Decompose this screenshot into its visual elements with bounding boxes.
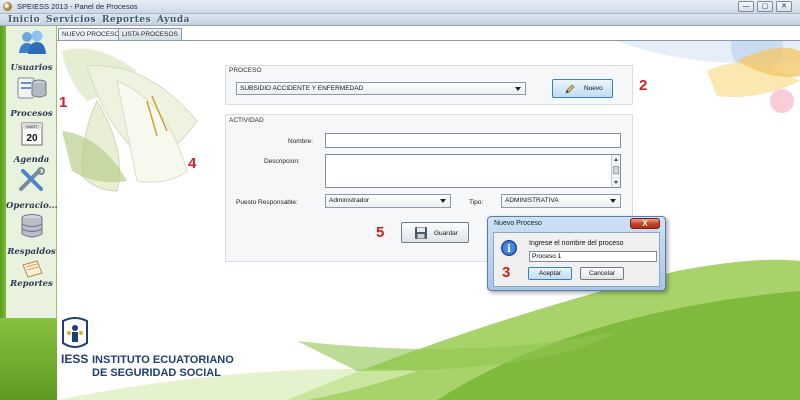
dialog-body: i Ingrese el nombre del proceso Aceptar … bbox=[493, 232, 660, 287]
dialog-close-button[interactable]: X bbox=[630, 218, 660, 229]
menu-bar: Inicio Servicios Reportes Ayuda bbox=[0, 14, 800, 26]
calendar-day-text: 20 bbox=[26, 133, 38, 144]
puesto-label: Puesto Responsable: bbox=[236, 199, 298, 206]
calendar-icon: MART 20 bbox=[21, 122, 43, 146]
minimize-button[interactable]: — bbox=[738, 1, 754, 12]
cancelar-button[interactable]: Cancelar bbox=[580, 267, 624, 280]
database-icon bbox=[21, 214, 43, 238]
nombre-input[interactable] bbox=[325, 133, 621, 148]
puesto-selected-value: Administrador bbox=[329, 197, 370, 204]
dialog-title: Nuevo Proceso bbox=[494, 220, 542, 227]
guardar-button[interactable]: Guardar bbox=[401, 222, 469, 243]
sidebar-item-label: Procesos bbox=[10, 109, 53, 119]
scroll-up-icon[interactable] bbox=[614, 158, 618, 161]
scroll-down-icon[interactable] bbox=[614, 181, 618, 184]
menu-ayuda[interactable]: Ayuda bbox=[157, 14, 190, 26]
dialog-prompt: Ingrese el nombre del proceso bbox=[529, 240, 624, 247]
app-icon bbox=[3, 2, 12, 11]
proceso-name-input[interactable] bbox=[529, 251, 657, 262]
annotation-3: 3 bbox=[502, 264, 511, 281]
logo-abbr: IESS bbox=[61, 352, 89, 366]
proceso-section-label: PROCESO bbox=[229, 67, 262, 74]
sidebar-item-label: Respaldos bbox=[7, 247, 56, 257]
tab-divider bbox=[57, 40, 800, 41]
logo-line2: DE SEGURIDAD SOCIAL bbox=[92, 367, 221, 379]
descripcion-label: Descripcion: bbox=[264, 158, 300, 165]
calendar-month-text: MART bbox=[26, 124, 38, 129]
scroll-thumb[interactable] bbox=[613, 166, 619, 174]
pencil-icon bbox=[565, 84, 575, 94]
annotation-4: 4 bbox=[188, 155, 197, 172]
tipo-selected-value: ADMINISTRATIVA bbox=[505, 197, 559, 204]
menu-servicios[interactable]: Servicios bbox=[46, 14, 96, 26]
descripcion-textarea[interactable] bbox=[325, 154, 621, 188]
sidebar-item-label: Usuarios bbox=[10, 63, 53, 73]
close-button[interactable]: ✕ bbox=[776, 1, 792, 12]
sidebar-bottom-accent bbox=[0, 318, 57, 400]
info-icon-glyph: i bbox=[507, 244, 511, 255]
sidebar-item-label: Reportes bbox=[10, 279, 53, 289]
menu-reportes[interactable]: Reportes bbox=[102, 14, 151, 26]
annotation-5: 5 bbox=[376, 224, 385, 241]
sidebar-item-label: Agenda bbox=[13, 155, 50, 165]
annotation-1: 1 bbox=[59, 94, 68, 111]
chevron-down-icon bbox=[610, 199, 616, 203]
guardar-button-label: Guardar bbox=[434, 230, 458, 237]
processes-icon bbox=[17, 77, 47, 99]
chevron-down-icon bbox=[440, 199, 446, 203]
sidebar-item-label: Operacio... bbox=[6, 201, 58, 211]
puesto-select[interactable]: Administrador bbox=[325, 194, 451, 208]
sidebar-item-procesos[interactable]: Procesos bbox=[6, 74, 57, 120]
title-bar: SPEIESS 2013 - Panel de Procesos — ▢ ✕ bbox=[0, 0, 800, 14]
lily-flower-decoration bbox=[62, 48, 198, 192]
descripcion-scrollbar[interactable] bbox=[611, 155, 620, 187]
nuevo-proceso-dialog: Nuevo Proceso X i Ingrese el nombre del … bbox=[487, 216, 666, 291]
window-title: SPEIESS 2013 - Panel de Procesos bbox=[17, 2, 138, 11]
actividad-section-label: ACTIVIDAD bbox=[229, 117, 264, 124]
sidebar-item-reportes[interactable]: Reportes bbox=[6, 258, 57, 298]
tipo-select[interactable]: ADMINISTRATIVA bbox=[501, 194, 621, 208]
sidebar-item-agenda[interactable]: MART 20 Agenda bbox=[6, 120, 57, 166]
users-icon bbox=[19, 30, 46, 54]
sidebar-item-respaldos[interactable]: Respaldos bbox=[6, 212, 57, 258]
logo-line1: INSTITUTO ECUATORIANO bbox=[92, 354, 234, 366]
info-icon: i bbox=[501, 240, 517, 256]
proceso-select[interactable]: SUBSIDIO ACCIDENTE Y ENFERMEDAD bbox=[236, 82, 526, 95]
sidebar: Usuarios Procesos MART 20 Agenda Operaci… bbox=[0, 26, 58, 400]
maximize-button[interactable]: ▢ bbox=[757, 1, 773, 12]
nuevo-button[interactable]: Nuevo bbox=[552, 79, 613, 98]
menu-inicio[interactable]: Inicio bbox=[8, 14, 40, 26]
annotation-2: 2 bbox=[639, 77, 648, 94]
nuevo-button-label: Nuevo bbox=[584, 85, 603, 92]
reports-icon bbox=[22, 260, 43, 278]
save-disk-icon bbox=[415, 227, 427, 239]
proceso-selected-value: SUBSIDIO ACCIDENTE Y ENFERMEDAD bbox=[240, 85, 364, 92]
tools-icon bbox=[19, 167, 45, 191]
nombre-label: Nombre: bbox=[288, 138, 313, 145]
tipo-label: Tipo: bbox=[469, 199, 484, 206]
sidebar-item-operaciones[interactable]: Operacio... bbox=[6, 166, 58, 212]
aceptar-button[interactable]: Aceptar bbox=[528, 267, 572, 280]
sidebar-item-usuarios[interactable]: Usuarios bbox=[6, 28, 57, 74]
chevron-down-icon bbox=[515, 87, 521, 91]
